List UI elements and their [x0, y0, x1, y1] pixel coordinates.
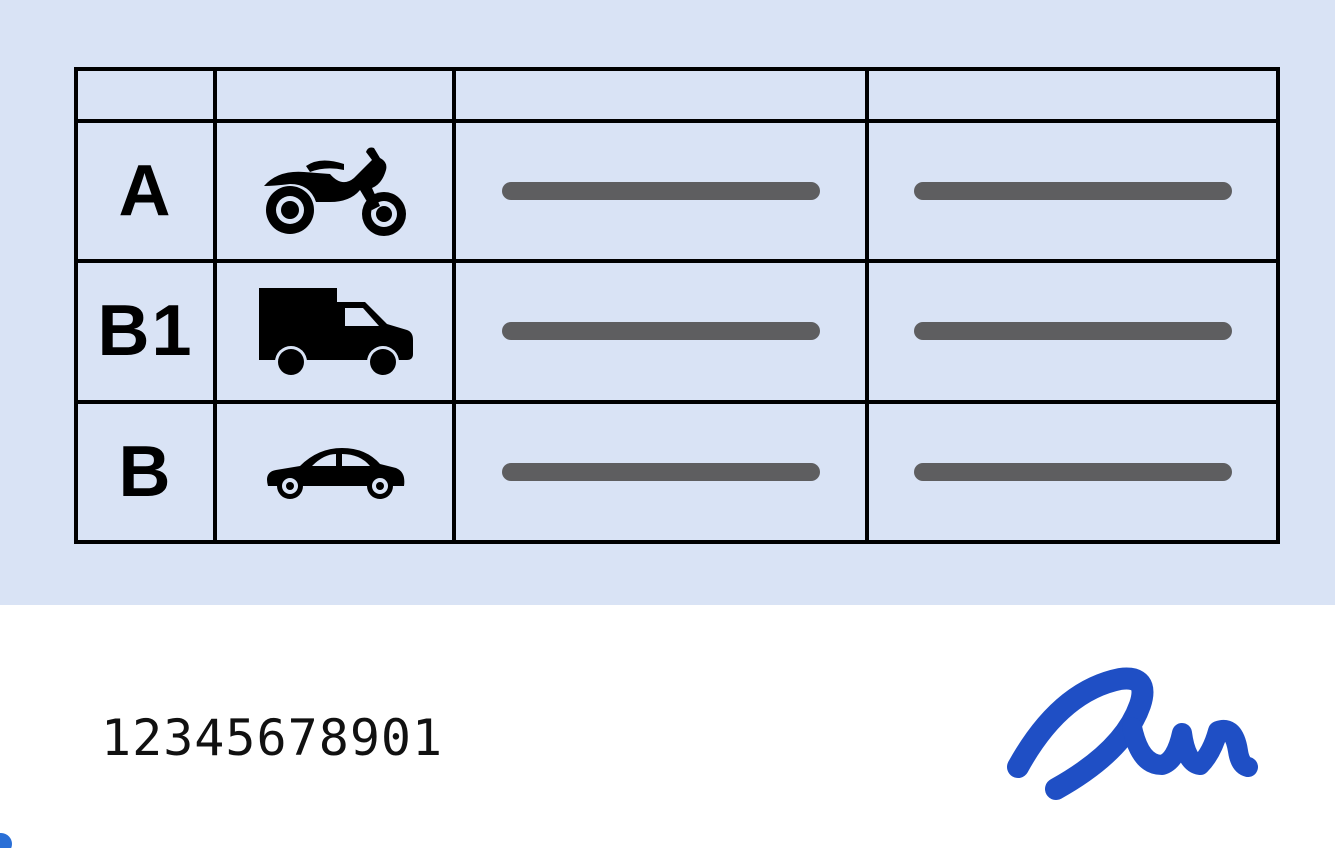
placeholder-line: [913, 462, 1232, 481]
placeholder-line: [501, 462, 820, 481]
category-code: B: [118, 431, 173, 512]
table-row: B: [74, 399, 1280, 545]
categories-table: A B1 B: [74, 67, 1280, 545]
placeholder-line: [501, 322, 820, 341]
detail-cell: [452, 259, 869, 404]
license-footer: 12345678901: [0, 605, 1335, 848]
table-row: A: [74, 118, 1280, 264]
truck-icon: [258, 288, 413, 379]
license-card: A B1 B 12345678901: [0, 0, 1335, 848]
placeholder-line: [913, 182, 1232, 201]
table-header-row: [74, 67, 1280, 123]
vehicle-icon-cell: [213, 259, 456, 404]
categories-panel: A B1 B: [0, 0, 1335, 605]
detail-cell: [865, 399, 1280, 545]
license-number: 12345678901: [101, 709, 444, 767]
category-code-cell: A: [74, 118, 217, 264]
placeholder-line: [913, 322, 1232, 341]
header-cell: [74, 67, 217, 123]
vehicle-icon-cell: [213, 399, 456, 545]
header-cell: [865, 67, 1280, 123]
category-code: B1: [97, 291, 194, 372]
detail-cell: [865, 259, 1280, 404]
detail-cell: [865, 118, 1280, 264]
detail-cell: [452, 118, 869, 264]
signature-icon: [1007, 667, 1258, 800]
category-code-cell: B1: [74, 259, 217, 404]
category-code: A: [118, 151, 173, 232]
header-cell: [452, 67, 869, 123]
table-row: B1: [74, 259, 1280, 404]
motorcycle-icon: [263, 147, 406, 237]
car-icon: [266, 447, 404, 499]
vehicle-icon-cell: [213, 118, 456, 264]
placeholder-line: [501, 182, 820, 201]
category-code-cell: B: [74, 399, 217, 545]
detail-cell: [452, 399, 869, 545]
header-cell: [213, 67, 456, 123]
